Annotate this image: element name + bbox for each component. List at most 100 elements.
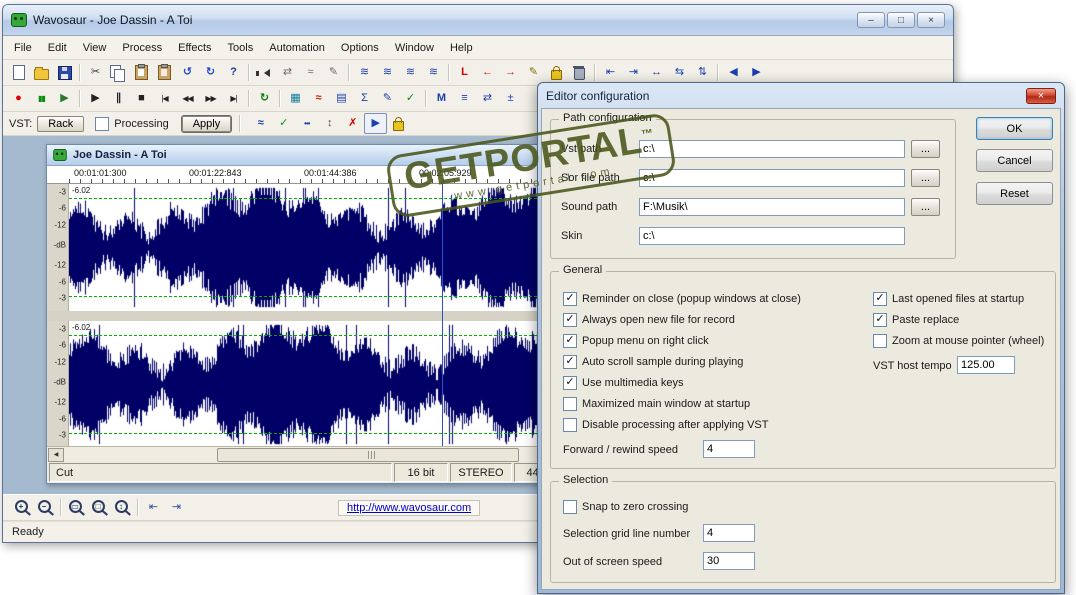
rewind-button[interactable]: ◀◀ bbox=[176, 88, 199, 109]
menu-edit[interactable]: Edit bbox=[41, 40, 74, 56]
waveform-channel-right[interactable]: -6.02 bbox=[69, 321, 587, 446]
dialog-titlebar[interactable]: Editor configuration × bbox=[538, 83, 1064, 108]
menu-process[interactable]: Process bbox=[115, 40, 169, 56]
reset-button[interactable]: Reset bbox=[976, 182, 1053, 205]
horizontal-scrollbar[interactable]: ◀ ▶ bbox=[47, 446, 588, 462]
scrollbar-thumb[interactable] bbox=[217, 448, 519, 462]
zoom-wave-all-button[interactable]: ≋ bbox=[422, 62, 445, 83]
menu-help[interactable]: Help bbox=[443, 40, 480, 56]
loop-playback-button[interactable]: ↻ bbox=[253, 88, 276, 109]
zoom-out-button[interactable]: − bbox=[34, 497, 57, 518]
menu-file[interactable]: File bbox=[7, 40, 39, 56]
menu-tools[interactable]: Tools bbox=[221, 40, 261, 56]
previous-file-button[interactable]: ◀ bbox=[722, 62, 745, 83]
maximized-main-window-at-startup-checkbox[interactable] bbox=[563, 397, 577, 411]
zoom-wave-out-button[interactable]: ≋ bbox=[376, 62, 399, 83]
fast-forward-button[interactable]: ▶▶ bbox=[199, 88, 222, 109]
sound-path-input[interactable] bbox=[639, 198, 905, 216]
menu-view[interactable]: View bbox=[76, 40, 114, 56]
analysis-3d-button[interactable]: ▤ bbox=[330, 88, 353, 109]
selection-grid-line-number-input[interactable] bbox=[703, 524, 755, 542]
close-button[interactable]: × bbox=[917, 12, 945, 28]
play-special-button[interactable]: ▶ bbox=[53, 88, 76, 109]
paste-replace-checkbox[interactable]: ✓ bbox=[873, 313, 887, 327]
vst-host-tempo-input[interactable] bbox=[957, 356, 1015, 374]
vst-play-button[interactable]: ▶ bbox=[364, 113, 388, 134]
scroll-left-arrow-icon[interactable]: ◀ bbox=[48, 448, 64, 462]
record-button[interactable]: ● bbox=[7, 88, 30, 109]
vst-path-browse-button[interactable]: ... bbox=[911, 140, 940, 158]
cut-button[interactable]: ✂ bbox=[84, 62, 107, 83]
snap-to-zero-crossing-checkbox[interactable] bbox=[563, 500, 577, 514]
help-button[interactable]: ? bbox=[222, 62, 245, 83]
convert-button[interactable]: ⇄ bbox=[276, 62, 299, 83]
vst-curve-button[interactable]: ≈ bbox=[249, 113, 272, 134]
volume-button[interactable] bbox=[253, 62, 276, 83]
record-settings-button[interactable]: ≈ bbox=[299, 62, 322, 83]
open-file-button[interactable] bbox=[30, 62, 53, 83]
forward-rewind-speed-input[interactable] bbox=[703, 440, 755, 458]
vst-apply-button[interactable]: Apply bbox=[181, 115, 232, 132]
zoom-selection-button[interactable]: ▭ bbox=[65, 497, 88, 518]
dialog-close-button[interactable]: × bbox=[1026, 87, 1056, 104]
always-open-new-file-for-record-checkbox[interactable]: ✓ bbox=[563, 313, 577, 327]
last-opened-files-at-startup-checkbox[interactable]: ✓ bbox=[873, 292, 887, 306]
copy-button[interactable] bbox=[107, 62, 130, 83]
marker-right-button[interactable]: → bbox=[499, 62, 522, 83]
sound-path-browse-button[interactable]: ... bbox=[911, 198, 940, 216]
zoom-wave-in-button[interactable]: ≋ bbox=[353, 62, 376, 83]
popup-menu-on-right-click-checkbox[interactable]: ✓ bbox=[563, 334, 577, 348]
menu-automation[interactable]: Automation bbox=[262, 40, 332, 56]
waveform-area[interactable]: -3 -6 -12 -dB -12 -6 -3 -3 -6 -12 -dB -12 -6 -3 -6.0… bbox=[47, 184, 588, 446]
disable-processing-after-applying-vst-checkbox[interactable] bbox=[563, 418, 577, 432]
zoom-wave-selection-button[interactable]: ≋ bbox=[399, 62, 422, 83]
undo-button[interactable]: ↺ bbox=[176, 62, 199, 83]
delete-markers-button[interactable] bbox=[568, 62, 591, 83]
sor-file-path-input[interactable] bbox=[639, 169, 905, 187]
detect-region-button[interactable]: ✓ bbox=[399, 88, 422, 109]
draw-mode-button[interactable]: ✎ bbox=[376, 88, 399, 109]
sor-file-path-browse-button[interactable]: ... bbox=[911, 169, 940, 187]
processing-checkbox[interactable] bbox=[95, 116, 110, 131]
statistics-button[interactable]: Σ bbox=[353, 88, 376, 109]
play-button[interactable]: ▶ bbox=[84, 88, 107, 109]
wavosaur-website-link[interactable]: http://www.wavosaur.com bbox=[347, 502, 471, 514]
spectrum-analysis-button[interactable]: ≈ bbox=[307, 88, 330, 109]
maximize-button[interactable]: □ bbox=[887, 12, 915, 28]
vst-rack-button[interactable]: Rack bbox=[37, 115, 85, 132]
vst-parameters-button[interactable]: ••• bbox=[295, 113, 318, 134]
redo-button[interactable]: ↻ bbox=[199, 62, 222, 83]
zoom-in-button[interactable]: + bbox=[11, 497, 34, 518]
scroll-next-button[interactable]: ⇥ bbox=[165, 497, 188, 518]
scroll-previous-button[interactable]: ⇤ bbox=[142, 497, 165, 518]
wave-goto-end-button[interactable]: ⇥ bbox=[622, 62, 645, 83]
tool-options-button[interactable]: ✎ bbox=[322, 62, 345, 83]
vst-remove-button[interactable]: ✗ bbox=[341, 113, 364, 134]
loop-point-button[interactable]: L bbox=[453, 62, 476, 83]
timeline-ruler[interactable]: 00:01:01:300 00:01:22:843 00:01:44:386 00:0… bbox=[47, 166, 588, 184]
out-of-screen-speed-input[interactable] bbox=[703, 552, 755, 570]
next-file-button[interactable]: ▶ bbox=[745, 62, 768, 83]
marker-add-remove-button[interactable]: ± bbox=[499, 88, 522, 109]
new-file-button[interactable] bbox=[7, 62, 30, 83]
cancel-button[interactable]: Cancel bbox=[976, 149, 1053, 172]
marker-m-button[interactable]: M bbox=[430, 88, 453, 109]
zoom-vertical-button[interactable]: ↕ bbox=[111, 497, 134, 518]
vst-path-input[interactable] bbox=[639, 140, 905, 158]
input-monitor-button[interactable]: ▮▮ bbox=[30, 88, 53, 109]
main-titlebar[interactable]: Wavosaur - Joe Dassin - A Toi – □ × bbox=[3, 5, 953, 36]
marker-pen-button[interactable]: ✎ bbox=[522, 62, 545, 83]
save-file-button[interactable] bbox=[53, 62, 76, 83]
vst-move-button[interactable]: ↕ bbox=[318, 113, 341, 134]
document-titlebar[interactable]: Joe Dassin - A Toi bbox=[47, 145, 588, 166]
menu-window[interactable]: Window bbox=[388, 40, 441, 56]
wave-flip-button[interactable]: ⇅ bbox=[691, 62, 714, 83]
paste-button[interactable] bbox=[130, 62, 153, 83]
go-end-button[interactable]: ▶| bbox=[222, 88, 245, 109]
minimize-button[interactable]: – bbox=[857, 12, 885, 28]
wave-swap-button[interactable]: ↔ bbox=[645, 62, 668, 83]
use-multimedia-keys-checkbox[interactable]: ✓ bbox=[563, 376, 577, 390]
sonogram-button[interactable]: ▦ bbox=[284, 88, 307, 109]
vst-lock-button[interactable] bbox=[387, 113, 410, 134]
ok-button[interactable]: OK bbox=[976, 117, 1053, 140]
